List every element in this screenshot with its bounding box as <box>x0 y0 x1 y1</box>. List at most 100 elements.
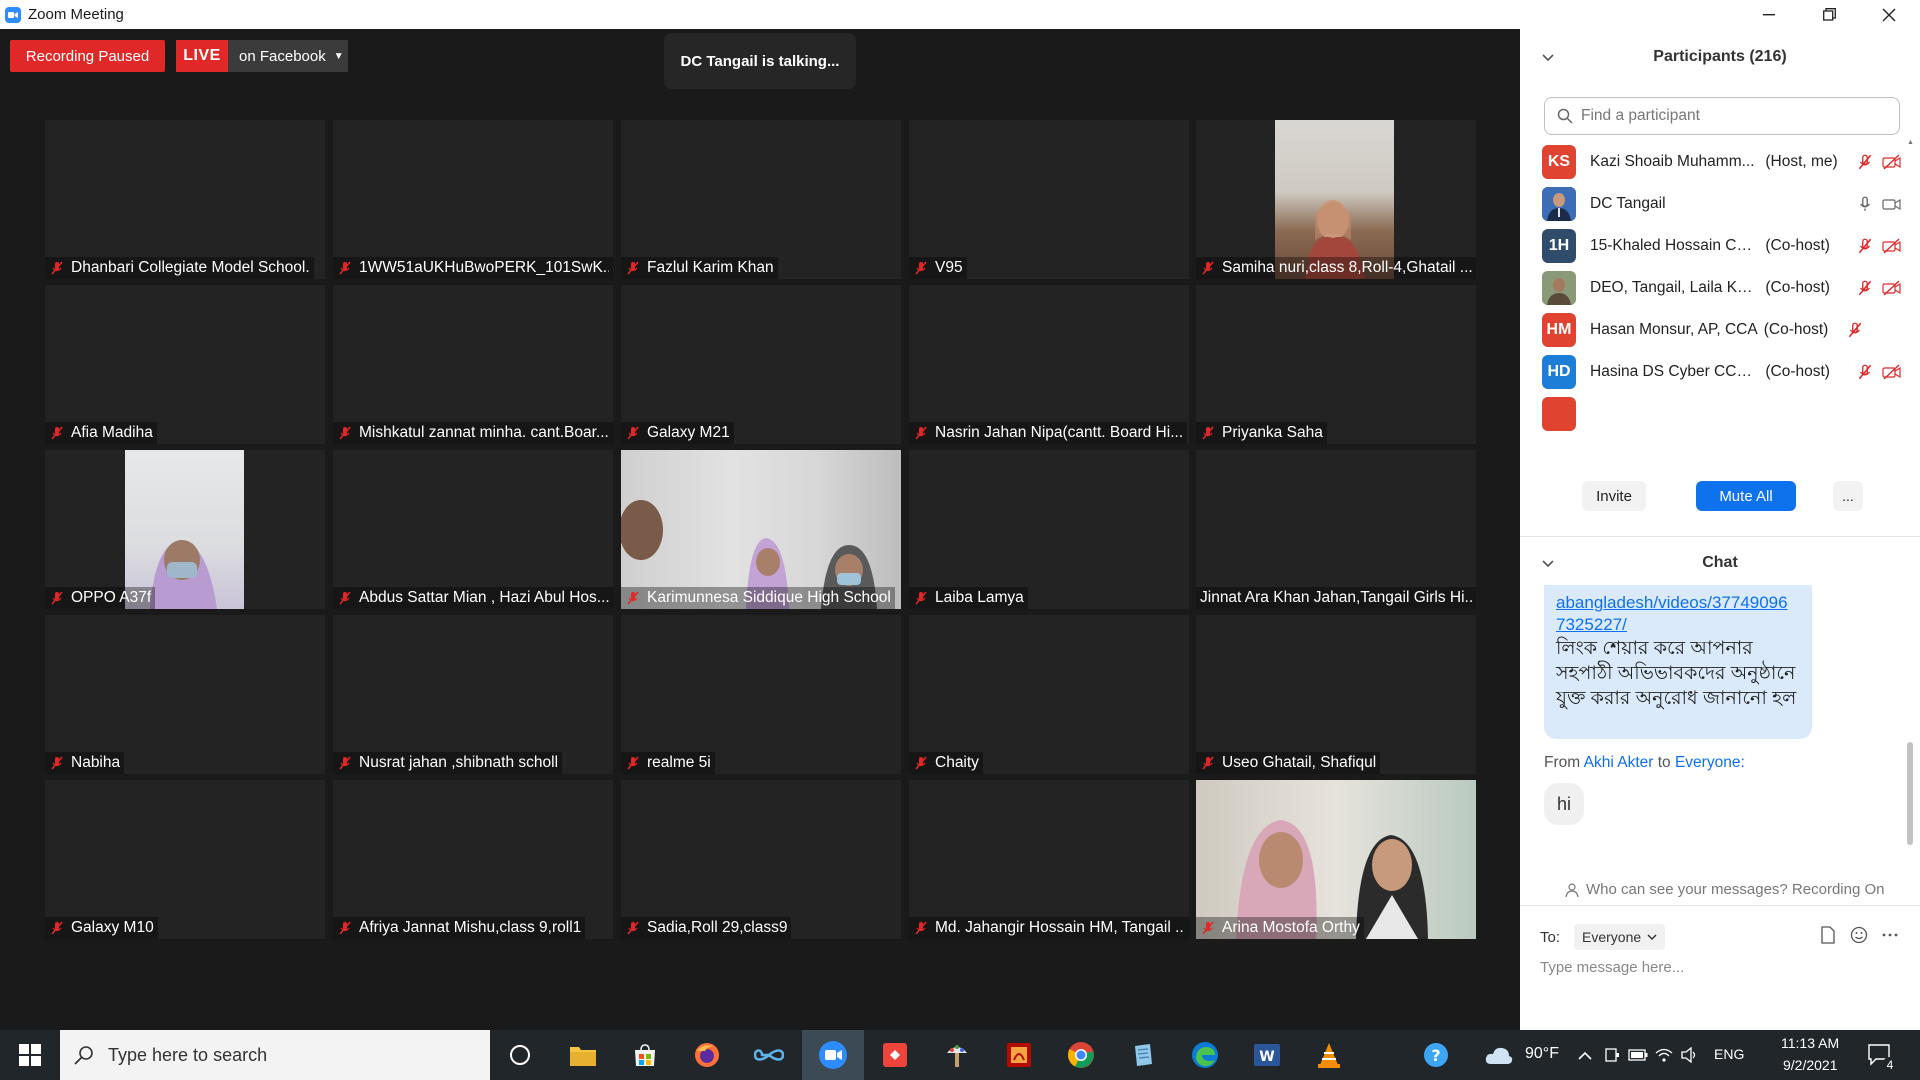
participant-row[interactable]: HM Hasan Monsur, AP, CCA (Co-host) <box>1542 313 1902 347</box>
invite-button[interactable]: Invite <box>1582 481 1646 511</box>
video-tile[interactable]: Samiha nuri,class 8,Roll-4,Ghatail ... <box>1196 120 1476 279</box>
participant-list-name: Hasina DS Cyber CCA I... <box>1590 363 1760 380</box>
acrobat-icon[interactable] <box>1001 1037 1037 1073</box>
video-tile[interactable]: OPPO A37f <box>45 450 325 609</box>
notepad-app-icon[interactable] <box>1125 1037 1161 1073</box>
clock-time[interactable]: 11:13 AM <box>1781 1035 1839 1051</box>
task-view-icon[interactable] <box>502 1037 538 1073</box>
divider <box>1520 905 1920 906</box>
video-off-icon[interactable] <box>1882 279 1902 297</box>
collapse-chevron-icon[interactable] <box>1542 50 1554 65</box>
participant-row[interactable]: DEO, Tangail, Laila Kha... (Co-host) <box>1542 271 1902 305</box>
clock-date[interactable]: 9/2/2021 <box>1783 1057 1838 1073</box>
video-tile[interactable]: Afriya Jannat Mishu,class 9,roll1 <box>333 780 613 939</box>
anydesk-icon[interactable] <box>877 1037 913 1073</box>
recipient-dropdown[interactable]: Everyone <box>1574 924 1666 950</box>
minimize-icon[interactable] <box>1740 0 1798 29</box>
video-tile[interactable]: Sadia,Roll 29,class9 <box>621 780 901 939</box>
edge-icon[interactable] <box>1187 1037 1223 1073</box>
taskbar-search-box[interactable]: Type here to search <box>60 1030 490 1080</box>
microsoft-store-icon[interactable] <box>627 1037 663 1073</box>
help-icon[interactable]: ? <box>1418 1037 1454 1073</box>
video-tile[interactable]: Mishkatul zannat minha. cant.Boar... <box>333 285 613 444</box>
weather-cloud-icon[interactable] <box>1481 1037 1517 1073</box>
video-tile[interactable]: Jinnat Ara Khan Jahan,Tangail Girls Hi..… <box>1196 450 1476 609</box>
collapse-chevron-icon[interactable] <box>1542 556 1554 571</box>
video-tile[interactable]: Fazlul Karim Khan <box>621 120 901 279</box>
paint-app-icon[interactable] <box>939 1037 975 1073</box>
participant-role: (Host, me) <box>1765 153 1838 170</box>
sender-name[interactable]: Akhi Akter <box>1584 754 1654 771</box>
video-off-icon[interactable] <box>1882 153 1902 171</box>
video-tile[interactable]: Chaity <box>909 615 1189 774</box>
more-options-button[interactable]: ... <box>1833 481 1863 511</box>
video-tile[interactable]: Afia Madiha <box>45 285 325 444</box>
mute-all-button[interactable]: Mute All <box>1696 481 1796 511</box>
file-icon[interactable] <box>1820 926 1836 944</box>
video-off-icon[interactable] <box>1882 363 1902 381</box>
muted-mic-icon[interactable] <box>1856 237 1874 255</box>
muted-mic-icon <box>339 426 351 440</box>
participant-role: (Co-host) <box>1765 279 1830 296</box>
participant-search-input[interactable]: Find a participant <box>1544 97 1900 135</box>
emoji-icon[interactable] <box>1850 926 1868 944</box>
muted-mic-icon[interactable] <box>1856 153 1874 171</box>
participant-row[interactable]: HD Hasina DS Cyber CCA I... (Co-host) <box>1542 355 1902 389</box>
chrome-icon[interactable] <box>1063 1037 1099 1073</box>
video-tile[interactable]: Priyanka Saha <box>1196 285 1476 444</box>
wifi-icon[interactable] <box>1652 1037 1676 1073</box>
recording-status-button[interactable]: Recording Paused <box>10 40 165 72</box>
video-tile[interactable]: Dhanbari Collegiate Model School. <box>45 120 325 279</box>
muted-mic-icon[interactable] <box>1856 363 1874 381</box>
muted-mic-icon[interactable] <box>1846 321 1864 339</box>
video-tile[interactable]: realme 5i <box>621 615 901 774</box>
video-camera-icon[interactable] <box>1882 195 1902 213</box>
muted-mic-icon <box>1202 756 1214 770</box>
video-off-icon[interactable] <box>1882 237 1902 255</box>
vlc-icon[interactable] <box>1311 1037 1347 1073</box>
firefox-icon[interactable] <box>689 1037 725 1073</box>
video-tile[interactable]: V95 <box>909 120 1189 279</box>
muted-mic-icon[interactable] <box>1856 279 1874 297</box>
mic-icon[interactable] <box>1856 195 1874 213</box>
video-tile[interactable]: Nabiha <box>45 615 325 774</box>
participants-scrollbar[interactable]: ▲ <box>1907 139 1914 459</box>
infinity-app-icon[interactable] <box>751 1037 787 1073</box>
close-icon[interactable] <box>1860 0 1918 29</box>
video-tile[interactable]: Galaxy M10 <box>45 780 325 939</box>
participant-row[interactable]: 1H 15-Khaled Hossain Cho... (Co-host) <box>1542 229 1902 263</box>
participant-row[interactable]: DC Tangail <box>1542 187 1902 221</box>
video-tile[interactable]: 1WW51aUKHuBwoPERK_101SwK... <box>333 120 613 279</box>
live-destination-dropdown[interactable]: on Facebook ▼ <box>228 40 348 72</box>
battery-icon[interactable] <box>1626 1037 1650 1073</box>
video-tile[interactable]: Arina Mostofa Orthy <box>1196 780 1476 939</box>
chat-message-input[interactable]: Type message here... <box>1540 959 1684 976</box>
participant-name: Galaxy M21 <box>647 424 730 441</box>
video-tile[interactable]: Galaxy M21 <box>621 285 901 444</box>
participant-row[interactable]: KS Kazi Shoaib Muhamm... (Host, me) <box>1542 145 1902 179</box>
recipient-name[interactable]: Everyone: <box>1675 754 1745 771</box>
weather-temp[interactable]: 90°F <box>1525 1045 1559 1063</box>
chat-link[interactable]: abangladesh/videos/37749096 7325227/ <box>1556 592 1800 636</box>
more-icon[interactable] <box>1882 932 1898 938</box>
video-tile[interactable]: Nusrat jahan ,shibnath scholl <box>333 615 613 774</box>
chat-scrollbar[interactable] <box>1907 742 1913 845</box>
video-tile[interactable]: Nasrin Jahan Nipa(cantt. Board Hi... <box>909 285 1189 444</box>
video-tile[interactable]: Abdus Sattar Mian , Hazi Abul Hos... <box>333 450 613 609</box>
chevron-up-icon[interactable] <box>1573 1037 1597 1073</box>
video-tile[interactable]: Useo Ghatail, Shafiqul <box>1196 615 1476 774</box>
video-tile[interactable]: Laiba Lamya <box>909 450 1189 609</box>
input-language[interactable]: ENG <box>1714 1046 1744 1062</box>
zoom-taskbar-icon[interactable] <box>815 1037 851 1073</box>
device-icon[interactable] <box>1600 1037 1624 1073</box>
word-icon[interactable]: W <box>1249 1037 1285 1073</box>
volume-icon[interactable] <box>1678 1037 1702 1073</box>
file-explorer-icon[interactable] <box>565 1037 601 1073</box>
video-tile[interactable]: Md. Jahangir Hossain HM, Tangail ... <box>909 780 1189 939</box>
video-tile[interactable]: Karimunnesa Siddique High School <box>621 450 901 609</box>
message-visibility-note[interactable]: Who can see your messages? Recording On <box>1564 881 1884 898</box>
restore-icon[interactable] <box>1800 0 1858 29</box>
windows-start-button[interactable] <box>0 1030 60 1080</box>
participant-row[interactable] <box>1542 397 1902 431</box>
live-badge: LIVE <box>176 40 228 72</box>
